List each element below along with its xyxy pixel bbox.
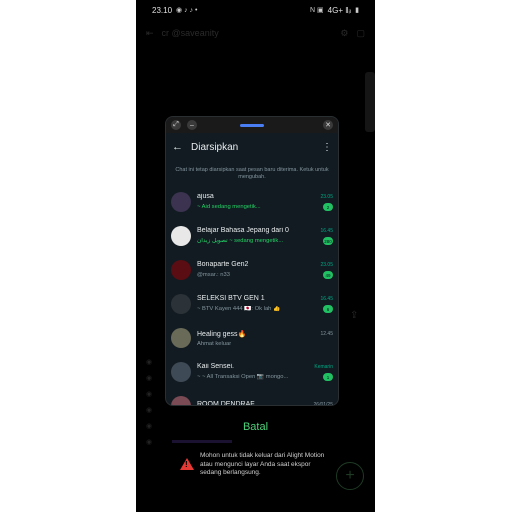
battery-icon: ▮ [355, 7, 359, 14]
chat-name: ROOM DENDRAF [197, 401, 255, 406]
phone-screen: 23.10 ◉ ♪ ♪ • N ▣ 4G+ ‖ᵢₗ ▮ ⇤ cr @savean… [136, 0, 375, 512]
chat-avatar[interactable] [171, 226, 191, 246]
unread-badge: 6 [323, 305, 333, 313]
chat-last-message: ~ ~ All Transaksi Open 📷 mongo... [197, 374, 289, 380]
close-icon[interactable]: ✕ [323, 120, 333, 130]
chat-body: Healing gess🔥 12.45 Ahmat keluar [197, 330, 333, 347]
chat-name: Kaii Sensei. [197, 363, 234, 370]
resize-icon[interactable]: ⤢ [171, 120, 181, 130]
system-icons: N ▣ [310, 7, 324, 14]
chat-row[interactable]: Belajar Bahasa Jepang dari 0 16.45 ﺗﺼﻮﯾﻞ ﺯ… [166, 219, 338, 253]
status-bar: 23.10 ◉ ♪ ♪ • N ▣ 4G+ ‖ᵢₗ ▮ [136, 0, 375, 20]
eye-icon: ◉ [146, 391, 153, 398]
timeline-strip [172, 440, 232, 443]
chat-row[interactable]: Healing gess🔥 12.45 Ahmat keluar [166, 321, 338, 355]
chat-last-message: @msar.: n33 [197, 272, 230, 278]
chat-time: 23.05 [320, 193, 333, 200]
chat-avatar[interactable] [171, 328, 191, 348]
chat-time: 12.45 [320, 330, 333, 337]
chat-name: ajusa [197, 193, 214, 200]
chat-avatar[interactable] [171, 192, 191, 212]
eye-icon: ◉ [146, 359, 153, 366]
drag-handle[interactable] [240, 124, 264, 127]
chat-time: 16.45 [320, 227, 333, 234]
unread-badge: 1 [323, 373, 333, 381]
eye-icon: ◉ [146, 439, 153, 446]
notification-icons: ◉ ♪ ♪ • [176, 7, 198, 14]
chat-body: ajusa 23.05 ~ Aid sedang mengetik... 2 [197, 193, 333, 211]
frame-icon: ▢ [356, 27, 365, 38]
chat-time: 16.45 [320, 295, 333, 302]
chat-time: 26/01/25 [313, 401, 333, 406]
minimize-icon[interactable]: – [187, 120, 197, 130]
export-warning: ! Mohon untuk tidak keluar dari Alight M… [180, 452, 330, 478]
export-icon: ⇤ [146, 27, 154, 38]
network-indicator: 4G+ ‖ᵢₗ [327, 5, 352, 15]
chat-list: ajusa 23.05 ~ Aid sedang mengetik... 2 Belaj… [166, 185, 338, 406]
share-icon: ⇪ [350, 310, 359, 321]
chat-avatar[interactable] [171, 362, 191, 382]
chat-name: SELEKSI BTV GEN 1 [197, 295, 265, 302]
floating-window-bar[interactable]: ⤢ – ✕ [166, 117, 338, 133]
background-app-header: ⇤ cr @saveanity ⚙ ▢ [136, 22, 375, 44]
archived-chats-window: ⤢ – ✕ ← Diarsipkan ⋮ Chat ini tetap diar… [165, 116, 339, 406]
warning-icon: ! [180, 458, 194, 470]
unread-badge: 49 [323, 271, 333, 279]
chat-avatar[interactable] [171, 260, 191, 280]
chat-avatar[interactable] [171, 294, 191, 314]
chat-last-message: ~ Aid sedang mengetik... [197, 204, 261, 210]
chat-time: 23.05 [320, 261, 333, 268]
chat-name: Belajar Bahasa Jepang dari 0 [197, 227, 289, 234]
chat-time: Kemarin [314, 363, 333, 370]
chat-body: SELEKSI BTV GEN 1 16.45 ~ BTV Kayen 444 🇯🇵… [197, 295, 333, 313]
chat-body: Belajar Bahasa Jepang dari 0 16.45 ﺗﺼﻮﯾﻞ ﺯ… [197, 227, 333, 245]
more-options-icon[interactable]: ⋮ [322, 142, 332, 153]
eye-icon: ◉ [146, 407, 153, 414]
background-app-title: cr @saveanity [161, 28, 219, 38]
cancel-button[interactable]: Batal [136, 421, 375, 433]
chat-row[interactable]: Bonaparte Gen2 23.05 @msar.: n33 49 [166, 253, 338, 287]
archive-info-text[interactable]: Chat ini tetap diarsipkan saat pesan bar… [166, 161, 338, 185]
chat-body: ROOM DENDRAF 26/01/25 [197, 401, 333, 406]
chat-row[interactable]: SELEKSI BTV GEN 1 16.45 ~ BTV Kayen 444 🇯🇵… [166, 287, 338, 321]
chat-row[interactable]: ajusa 23.05 ~ Aid sedang mengetik... 2 [166, 185, 338, 219]
settings-icon: ⚙ [340, 27, 349, 38]
unread-badge: 2 [323, 203, 333, 211]
chat-name: Bonaparte Gen2 [197, 261, 249, 268]
add-fab-icon: + [336, 462, 364, 490]
unread-badge: 280 [323, 237, 333, 245]
chat-last-message: ﺗﺼﻮﯾﻞ ﺯﯾﺪﺍﻥ ~ sedang mengetik... [197, 238, 284, 244]
chat-last-message: Ahmat keluar [197, 340, 232, 347]
status-time: 23.10 [152, 5, 173, 15]
chat-row[interactable]: Kaii Sensei. Kemarin ~ ~ All Transaksi Ope… [166, 355, 338, 389]
chat-last-message: ~ BTV Kayen 444 🇯🇵: Ok lah 👍 [197, 306, 281, 312]
background-side-panel [365, 72, 375, 132]
eye-icon: ◉ [146, 375, 153, 382]
chat-name: Healing gess🔥 [197, 330, 247, 338]
chat-body: Kaii Sensei. Kemarin ~ ~ All Transaksi Ope… [197, 363, 333, 381]
archived-header: ← Diarsipkan ⋮ [166, 133, 338, 161]
page-title: Diarsipkan [191, 141, 239, 153]
chat-body: Bonaparte Gen2 23.05 @msar.: n33 49 [197, 261, 333, 279]
chat-row[interactable]: ROOM DENDRAF 26/01/25 [166, 389, 338, 406]
chat-avatar[interactable] [171, 396, 191, 405]
back-arrow-icon[interactable]: ← [172, 141, 183, 153]
warning-text: Mohon untuk tidak keluar dari Alight Mot… [200, 452, 325, 476]
